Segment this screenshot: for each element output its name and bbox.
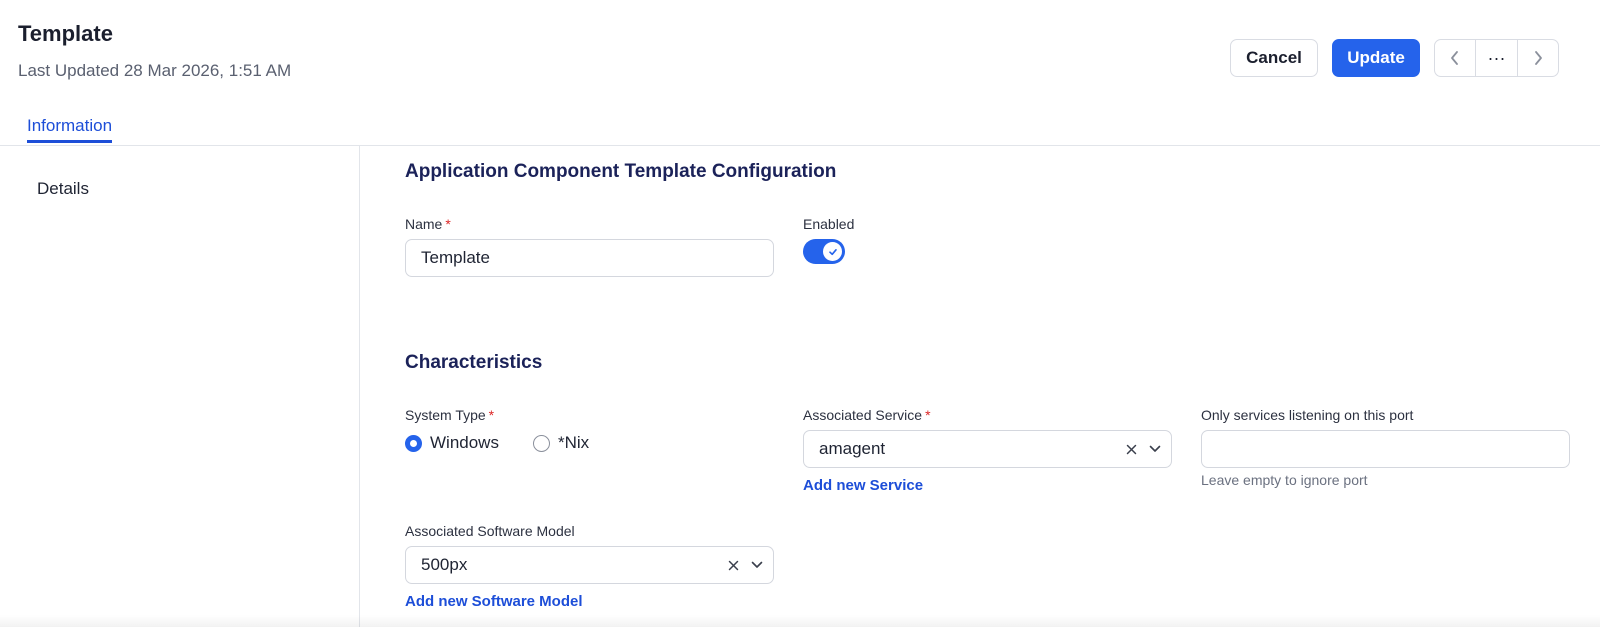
last-updated-text: Last Updated 28 Mar 2026, 1:51 AM xyxy=(18,61,292,80)
cancel-button[interactable]: Cancel xyxy=(1230,39,1318,77)
check-icon xyxy=(828,248,837,255)
required-marker: * xyxy=(925,407,931,423)
chevron-left-icon xyxy=(1451,51,1459,65)
chevron-right-icon xyxy=(1534,51,1542,65)
name-input-value: Template xyxy=(421,248,490,267)
software-model-label: Associated Software Model xyxy=(405,523,575,539)
page-header: Template Last Updated 28 Mar 2026, 1:51 … xyxy=(0,0,1600,146)
page-title: Template xyxy=(18,21,113,46)
previous-record-button[interactable] xyxy=(1435,40,1475,76)
close-icon[interactable] xyxy=(1126,444,1137,455)
port-hint: Leave empty to ignore port xyxy=(1201,472,1368,488)
associated-service-select[interactable]: amagent xyxy=(803,430,1172,468)
chevron-down-icon[interactable] xyxy=(751,561,763,569)
update-button[interactable]: Update xyxy=(1332,39,1420,77)
add-new-software-model-link[interactable]: Add new Software Model xyxy=(405,593,583,610)
record-nav-group: ··· xyxy=(1434,39,1559,77)
tab-information[interactable]: Information xyxy=(27,116,113,143)
name-label: Name * xyxy=(405,216,451,232)
close-icon[interactable] xyxy=(728,560,739,571)
more-actions-button[interactable]: ··· xyxy=(1475,40,1516,76)
sidebar: Details xyxy=(0,146,360,627)
radio-nix-label: *Nix xyxy=(558,433,590,452)
port-input[interactable] xyxy=(1201,430,1570,468)
sidebar-item-details[interactable]: Details xyxy=(37,179,89,199)
radio-button-checked[interactable] xyxy=(405,434,422,452)
required-marker: * xyxy=(488,407,495,423)
next-record-button[interactable] xyxy=(1516,40,1558,76)
software-model-select[interactable]: 500px xyxy=(405,546,774,584)
radio-button-unchecked[interactable] xyxy=(533,434,550,452)
bottom-shadow xyxy=(0,615,1600,627)
config-section-title: Application Component Template Configura… xyxy=(405,161,837,182)
radio-windows[interactable]: Windows xyxy=(405,433,499,453)
required-marker: * xyxy=(445,216,451,232)
software-model-value: 500px xyxy=(421,555,468,574)
chevron-down-icon[interactable] xyxy=(1149,445,1161,453)
select-controls xyxy=(728,547,763,583)
enabled-label: Enabled xyxy=(803,216,855,232)
characteristics-section-title: Characteristics xyxy=(405,352,543,373)
enabled-toggle[interactable] xyxy=(803,239,845,264)
name-input[interactable]: Template xyxy=(405,239,774,277)
associated-service-value: amagent xyxy=(819,439,886,458)
radio-windows-label: Windows xyxy=(430,433,499,452)
system-type-label: System Type * xyxy=(405,407,495,423)
add-new-service-link[interactable]: Add new Service xyxy=(803,477,923,494)
associated-service-label: Associated Service * xyxy=(803,407,931,423)
more-horizontal-icon: ··· xyxy=(1487,47,1506,68)
radio-nix[interactable]: *Nix xyxy=(533,433,589,453)
toggle-knob xyxy=(823,242,842,261)
select-controls xyxy=(1126,431,1161,467)
port-label: Only services listening on this port xyxy=(1201,407,1414,423)
